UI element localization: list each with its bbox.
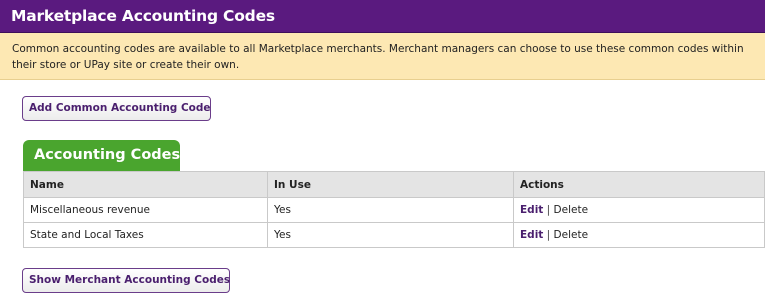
accounting-codes-table: Name In Use Actions Miscellaneous revenu… (23, 171, 765, 248)
edit-link[interactable]: Edit (520, 229, 543, 241)
cell-in-use: Yes (267, 197, 514, 223)
delete-link[interactable]: Delete (554, 229, 589, 241)
action-separator: | (546, 229, 551, 241)
cell-name: Miscellaneous revenue (23, 197, 268, 223)
table-row: Miscellaneous revenue Yes Edit | Delete (23, 197, 765, 223)
tab-label: Accounting Codes (34, 147, 181, 163)
cell-name: State and Local Taxes (23, 222, 268, 248)
cell-actions: Edit | Delete (513, 197, 765, 223)
column-header-actions: Actions (513, 171, 765, 198)
cell-in-use: Yes (267, 222, 514, 248)
page-header: Marketplace Accounting Codes (0, 0, 765, 33)
action-separator: | (546, 204, 551, 216)
column-header-name: Name (23, 171, 268, 198)
add-common-accounting-code-button[interactable]: Add Common Accounting Code (22, 96, 211, 121)
delete-link[interactable]: Delete (554, 204, 589, 216)
cell-actions: Edit | Delete (513, 222, 765, 248)
table-row: State and Local Taxes Yes Edit | Delete (23, 222, 765, 248)
page-title: Marketplace Accounting Codes (11, 7, 275, 25)
tab-accounting-codes: Accounting Codes (23, 140, 180, 171)
info-notice: Common accounting codes are available to… (0, 33, 765, 80)
show-merchant-accounting-codes-button[interactable]: Show Merchant Accounting Codes (22, 268, 230, 293)
column-header-in-use: In Use (267, 171, 514, 198)
table-header-row: Name In Use Actions (23, 171, 765, 198)
edit-link[interactable]: Edit (520, 204, 543, 216)
